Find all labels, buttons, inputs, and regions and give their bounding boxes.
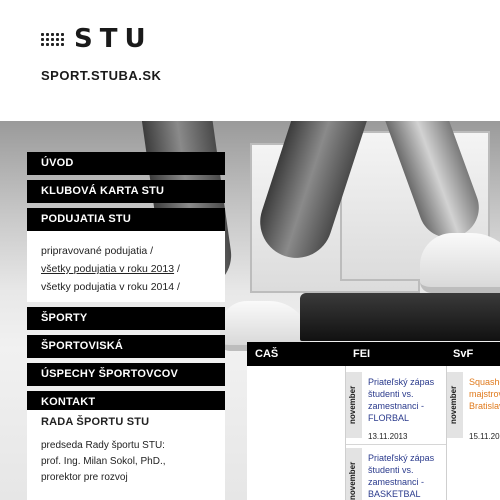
event-title[interactable]: Squasho majstrov Bratislav (469, 376, 500, 412)
submenu-item: všetky podujatia v roku 2013 / (41, 260, 211, 278)
submenu-separator: / (177, 281, 180, 293)
submenu-item: všetky podujatia v roku 2014 / (41, 278, 211, 296)
menu-item-uvod[interactable]: ÚVOD (27, 152, 225, 175)
event-card[interactable]: november Priateľský zápas študenti vs. z… (346, 448, 446, 500)
column-header-cas: CAŠ (255, 348, 279, 360)
menu-item-uspechy[interactable]: ÚSPECHY ŠPORTOVCOV (27, 363, 225, 386)
month-label: november (346, 448, 362, 500)
column-cas (247, 366, 345, 500)
month-label: november (346, 372, 362, 438)
rada-role: prorektor pre rozvoj (41, 472, 128, 483)
rada-chairman: prof. Ing. Milan Sokol, PhD., (41, 456, 166, 467)
event-title[interactable]: Priateľský zápas študenti vs. zamestnanc… (368, 376, 446, 424)
rada-line: predseda Rady športu STU: (41, 440, 165, 451)
menu-item-klubova-karta[interactable]: KLUBOVÁ KARTA STU (27, 180, 225, 203)
event-date: 15.11.2013 (469, 432, 500, 441)
column-header-svf: SvF (453, 348, 474, 360)
column-header-fei: FEI (353, 348, 371, 360)
main-menu: ÚVOD KLUBOVÁ KARTA STU PODUJATIA STU pri… (27, 152, 225, 419)
site-url[interactable]: SPORT.STUBA.SK (41, 68, 161, 83)
row-divider (346, 444, 446, 445)
submenu-item: pripravované podujatia / (41, 242, 211, 260)
submenu-link-pripravovane[interactable]: pripravované podujatia (41, 245, 147, 257)
submenu-link-2013[interactable]: všetky podujatia v roku 2013 (41, 263, 174, 275)
month-label: november (447, 372, 463, 438)
submenu-podujatia: pripravované podujatia / všetky podujati… (27, 231, 225, 302)
rada-title: RADA ŠPORTU STU (41, 416, 150, 428)
event-card[interactable]: november Squasho majstrov Bratislav 15.1… (447, 372, 500, 448)
menu-item-sporty[interactable]: ŠPORTY (27, 307, 225, 330)
logo-text: STU (74, 24, 153, 54)
menu-item-podujatia[interactable]: PODUJATIA STU (27, 208, 225, 231)
event-date: 13.11.2013 (368, 432, 408, 441)
submenu-separator: / (177, 263, 180, 275)
submenu-link-2014[interactable]: všetky podujatia v roku 2014 (41, 281, 174, 293)
stu-logo[interactable]: STU (41, 26, 153, 52)
column-svf: november Squasho majstrov Bratislav 15.1… (447, 366, 500, 500)
logo-dots-icon (41, 32, 64, 46)
event-title[interactable]: Priateľský zápas študenti vs. zamestnanc… (368, 452, 446, 500)
rada-sportu-block: RADA ŠPORTU STU predseda Rady športu STU… (27, 410, 225, 500)
column-fei: november Priateľský zápas študenti vs. z… (346, 366, 446, 500)
step-platform-shape (300, 293, 500, 341)
submenu-separator: / (150, 245, 154, 257)
events-calendar: CAŠ FEI SvF november Priateľský zápas št… (247, 342, 500, 500)
event-card[interactable]: november Priateľský zápas študenti vs. z… (346, 372, 446, 448)
calendar-header: CAŠ FEI SvF (247, 342, 500, 366)
shoe-shape (420, 233, 500, 293)
menu-item-sportoviska[interactable]: ŠPORTOVISKÁ (27, 335, 225, 358)
